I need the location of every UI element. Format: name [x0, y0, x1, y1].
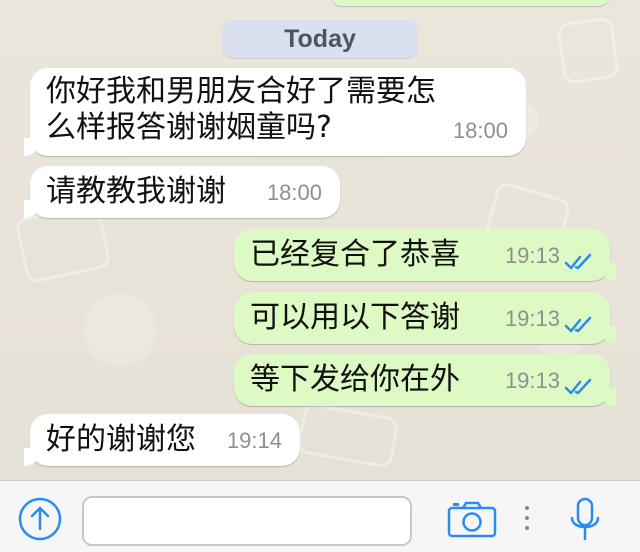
- message-time: 18:00: [266, 180, 322, 205]
- message-text: 好的谢谢您: [46, 422, 196, 457]
- incoming-message[interactable]: 好的谢谢您 19:14: [24, 414, 300, 466]
- microphone-button[interactable]: [563, 495, 607, 545]
- bubble-tail: [600, 326, 616, 344]
- background-doodle: [296, 402, 400, 469]
- previous-message-bubble: [330, 0, 610, 6]
- bubble-tail: [24, 448, 40, 466]
- more-options-dots[interactable]: [523, 506, 531, 536]
- date-divider: Today: [222, 20, 418, 58]
- bubble-tail: [600, 388, 616, 406]
- message-text-line: 么样报答谢谢姻童吗?: [46, 110, 332, 145]
- share-button[interactable]: [16, 495, 64, 543]
- incoming-message[interactable]: 你好我和男朋友合好了需要怎 么样报答谢谢姻童吗? 18:00: [24, 68, 526, 156]
- message-input[interactable]: [82, 496, 412, 546]
- message-time: 19:13: [504, 306, 560, 331]
- message-text: 请教教我谢谢: [46, 174, 226, 209]
- message-time: 18:00: [452, 118, 508, 143]
- double-check-icon: [564, 378, 592, 395]
- message-time: 19:13: [504, 243, 560, 268]
- bubble-tail: [24, 138, 40, 156]
- message-text: 你好我和男朋友合好了需要怎 么样报答谢谢姻童吗?: [46, 74, 436, 146]
- outgoing-message[interactable]: 等下发给你在外 19:13: [234, 354, 616, 406]
- composer-bar: [0, 480, 640, 552]
- microphone-icon: [570, 497, 600, 541]
- message-time: 19:14: [226, 428, 282, 453]
- message-text: 已经复合了恭喜: [250, 237, 460, 272]
- message-text: 等下发给你在外: [250, 362, 460, 397]
- double-check-icon: [564, 253, 592, 270]
- double-check-icon: [564, 316, 592, 333]
- message-time: 19:13: [504, 368, 560, 393]
- outgoing-message[interactable]: 可以用以下答谢 19:13: [234, 292, 616, 344]
- incoming-message[interactable]: 请教教我谢谢 18:00: [24, 166, 340, 218]
- camera-button[interactable]: [444, 497, 500, 541]
- bubble-tail: [600, 263, 616, 281]
- message-text-line: 你好我和男朋友合好了需要怎: [46, 74, 436, 109]
- outgoing-message[interactable]: 已经复合了恭喜 19:13: [234, 229, 616, 281]
- background-doodle: [556, 16, 620, 85]
- chat-area[interactable]: Today 你好我和男朋友合好了需要怎 么样报答谢谢姻童吗? 18:00 请教教…: [0, 0, 640, 480]
- share-icon: [18, 497, 62, 541]
- message-text: 可以用以下答谢: [250, 300, 460, 335]
- bubble-tail: [24, 200, 40, 218]
- camera-icon: [447, 501, 497, 538]
